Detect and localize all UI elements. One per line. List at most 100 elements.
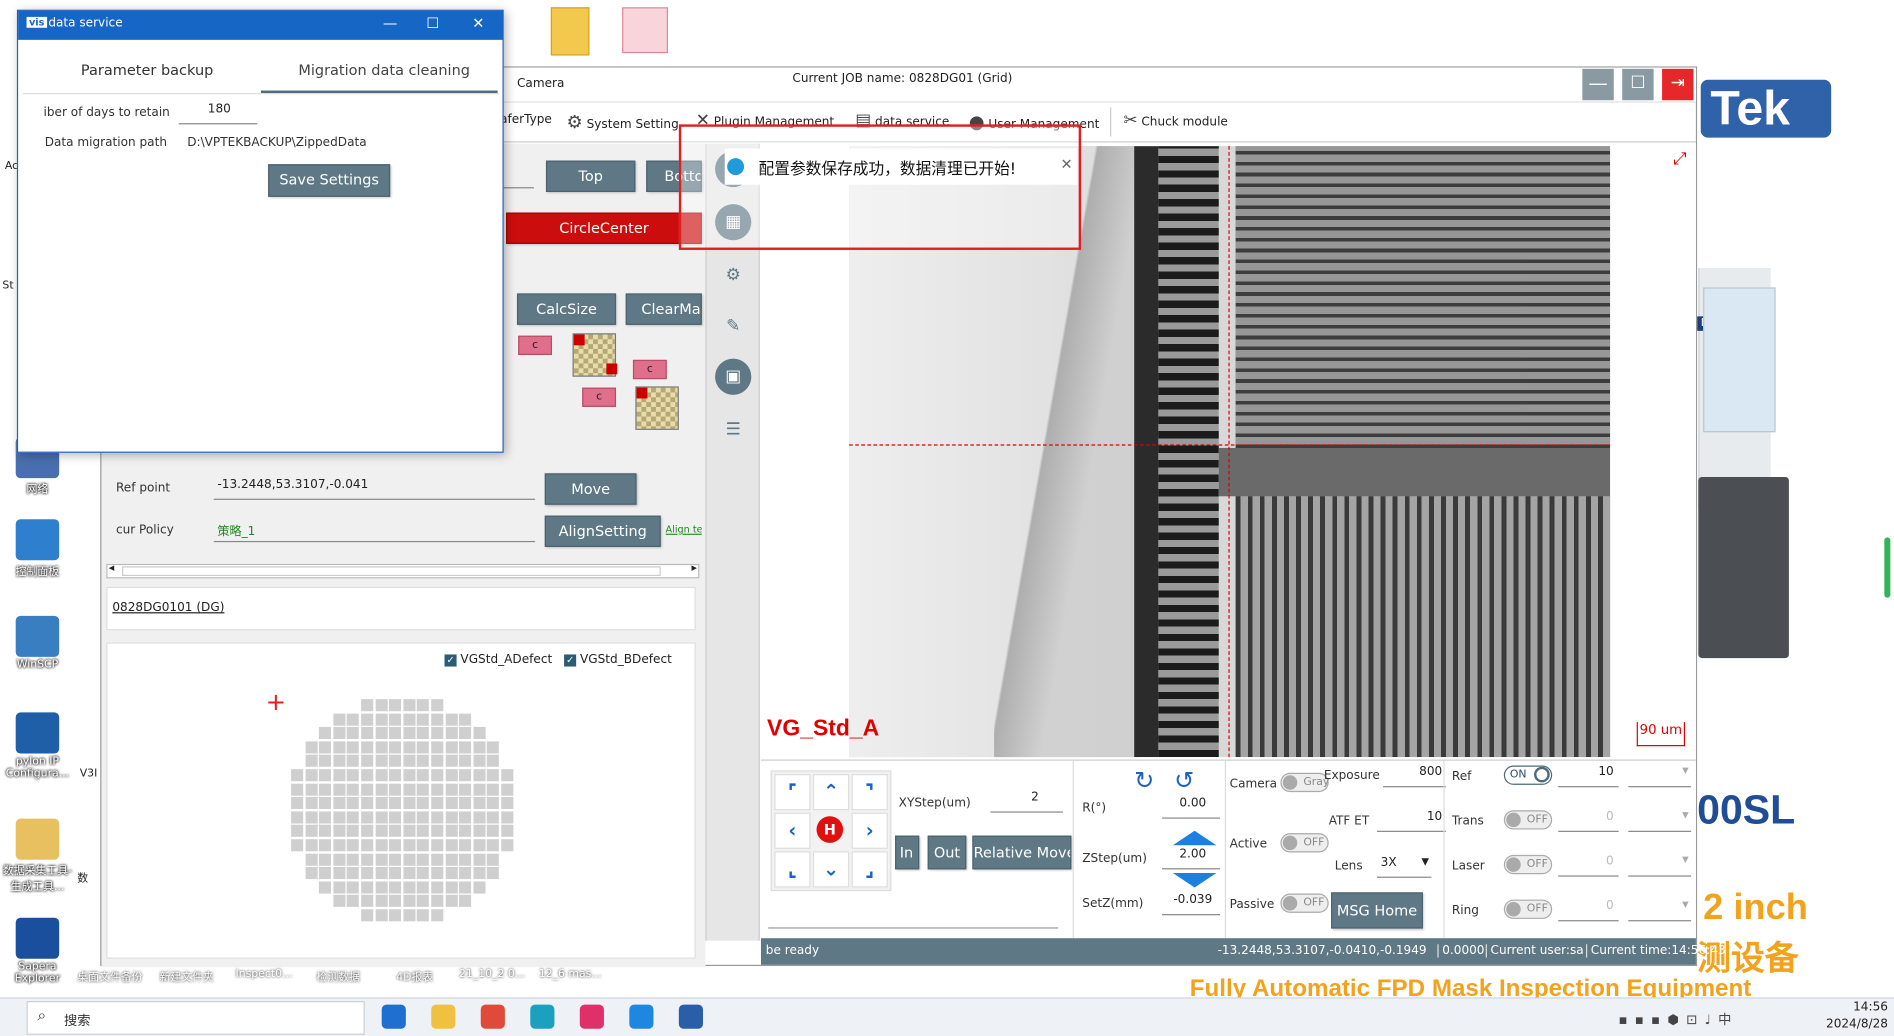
- msg-home-button[interactable]: MSG Home: [1331, 892, 1423, 929]
- wafer-die[interactable]: [375, 839, 388, 852]
- wafer-die[interactable]: [501, 783, 514, 796]
- wafer-die[interactable]: [445, 839, 458, 852]
- wafer-die[interactable]: [459, 867, 472, 880]
- trans-toggle[interactable]: OFF: [1503, 810, 1553, 830]
- wafer-die[interactable]: [389, 741, 402, 754]
- wafer-die[interactable]: [487, 797, 500, 810]
- expand-icon[interactable]: ⤢: [1673, 150, 1687, 169]
- wafer-die[interactable]: [403, 909, 416, 922]
- wafer-die[interactable]: [361, 699, 374, 712]
- wafer-die[interactable]: [445, 867, 458, 880]
- r-input[interactable]: 0.00: [1161, 797, 1220, 819]
- wafer-die[interactable]: [473, 797, 486, 810]
- wafer-die[interactable]: [389, 825, 402, 838]
- wafer-die[interactable]: [319, 825, 332, 838]
- wafer-die[interactable]: [445, 797, 458, 810]
- bottom-label-5[interactable]: 4D报表: [396, 968, 433, 984]
- wafer-die[interactable]: [291, 811, 304, 824]
- wafer-die[interactable]: [431, 895, 444, 908]
- clear-mark-button[interactable]: ClearMar: [625, 293, 702, 325]
- active-toggle[interactable]: OFF: [1280, 833, 1329, 853]
- wafer-die[interactable]: [347, 713, 360, 726]
- arrow-down-right-icon[interactable]: ⌟: [851, 851, 888, 888]
- wafer-die[interactable]: [319, 839, 332, 852]
- lens-select[interactable]: 3X ▼: [1377, 856, 1432, 878]
- wafer-die[interactable]: [445, 853, 458, 866]
- wafer-die[interactable]: [375, 769, 388, 782]
- zstep-input[interactable]: 2.00: [1161, 848, 1220, 870]
- wafer-die[interactable]: [431, 755, 444, 768]
- start-button[interactable]: [0, 999, 27, 1036]
- wafer-die[interactable]: [375, 727, 388, 740]
- wafer-die[interactable]: [347, 839, 360, 852]
- wafer-die[interactable]: [347, 825, 360, 838]
- wafer-die[interactable]: [389, 895, 402, 908]
- save-settings-button[interactable]: Save Settings: [268, 164, 391, 197]
- wafer-die[interactable]: [389, 853, 402, 866]
- arrow-down-icon[interactable]: ⌄: [812, 851, 850, 888]
- cur-policy-input[interactable]: 策略_1: [213, 520, 536, 543]
- wafer-die[interactable]: [417, 839, 430, 852]
- app-blue-icon[interactable]: [629, 1004, 654, 1029]
- wafer-die[interactable]: [487, 741, 500, 754]
- wafer-die[interactable]: [375, 881, 388, 894]
- wafer-die[interactable]: [431, 811, 444, 824]
- arrow-down-left-icon[interactable]: ⌞: [774, 851, 811, 888]
- wafer-die[interactable]: [361, 881, 374, 894]
- wafer-die[interactable]: [333, 769, 346, 782]
- wafer-list-icon[interactable]: ⚙: [715, 257, 752, 294]
- wafer-die[interactable]: [375, 895, 388, 908]
- wafer-die[interactable]: [417, 881, 430, 894]
- wafer-die[interactable]: [361, 853, 374, 866]
- wafer-die[interactable]: [473, 853, 486, 866]
- folder-icon[interactable]: [431, 1004, 456, 1029]
- wafer-die[interactable]: [403, 853, 416, 866]
- wafer-die[interactable]: [389, 839, 402, 852]
- wafer-die[interactable]: [389, 797, 402, 810]
- ref-point-input[interactable]: -13.2448,53.3107,-0.041: [213, 478, 536, 500]
- bottom-label-1[interactable]: 桌面文件备份: [77, 968, 142, 984]
- wafer-die[interactable]: [333, 881, 346, 894]
- zip-folder-icon[interactable]: [550, 7, 590, 56]
- laser-input[interactable]: 0: [1558, 855, 1619, 877]
- wafer-die[interactable]: [361, 895, 374, 908]
- align-setting-button[interactable]: AlignSetting: [544, 515, 661, 547]
- wafer-die[interactable]: [501, 811, 514, 824]
- days-input[interactable]: 180: [178, 103, 258, 125]
- wafer-die[interactable]: [403, 895, 416, 908]
- trans-input[interactable]: 0: [1558, 810, 1619, 832]
- wafer-die[interactable]: [431, 699, 444, 712]
- wafer-die[interactable]: [501, 825, 514, 838]
- wafer-die[interactable]: [347, 867, 360, 880]
- wafer-die[interactable]: [389, 881, 402, 894]
- wafer-die[interactable]: [389, 755, 402, 768]
- wafer-die[interactable]: [417, 741, 430, 754]
- wafer-die[interactable]: [445, 811, 458, 824]
- wafer-die[interactable]: [389, 713, 402, 726]
- wafer-die[interactable]: [347, 881, 360, 894]
- wafer-die[interactable]: [459, 727, 472, 740]
- ref-dropdown[interactable]: ▼: [1628, 766, 1692, 788]
- wafer-die[interactable]: [487, 867, 500, 880]
- toolbar-system-setting[interactable]: ⚙ System Setting: [567, 111, 679, 133]
- wafer-die[interactable]: [403, 769, 416, 782]
- bottom-label-7[interactable]: 12_6 mas...: [539, 968, 602, 980]
- wafer-die[interactable]: [473, 839, 486, 852]
- wafer-die[interactable]: [319, 727, 332, 740]
- tab-parameter-backup[interactable]: Parameter backup: [81, 62, 213, 79]
- wafer-die[interactable]: [417, 797, 430, 810]
- wafer-die[interactable]: [305, 853, 318, 866]
- wafer-die[interactable]: [375, 783, 388, 796]
- wafer-die[interactable]: [431, 727, 444, 740]
- wafer-die[interactable]: [417, 811, 430, 824]
- wafer-die[interactable]: [459, 839, 472, 852]
- edge-icon[interactable]: [530, 1004, 555, 1029]
- wafer-die[interactable]: [417, 727, 430, 740]
- clock[interactable]: 14:56 2024/8/28: [1815, 1000, 1888, 1034]
- wafer-die[interactable]: [333, 895, 346, 908]
- app-pink-icon[interactable]: [579, 1004, 604, 1029]
- wafer-die[interactable]: [473, 769, 486, 782]
- ring-toggle[interactable]: OFF: [1503, 899, 1553, 919]
- wafer-die[interactable]: [333, 811, 346, 824]
- image-file-icon[interactable]: [622, 7, 668, 54]
